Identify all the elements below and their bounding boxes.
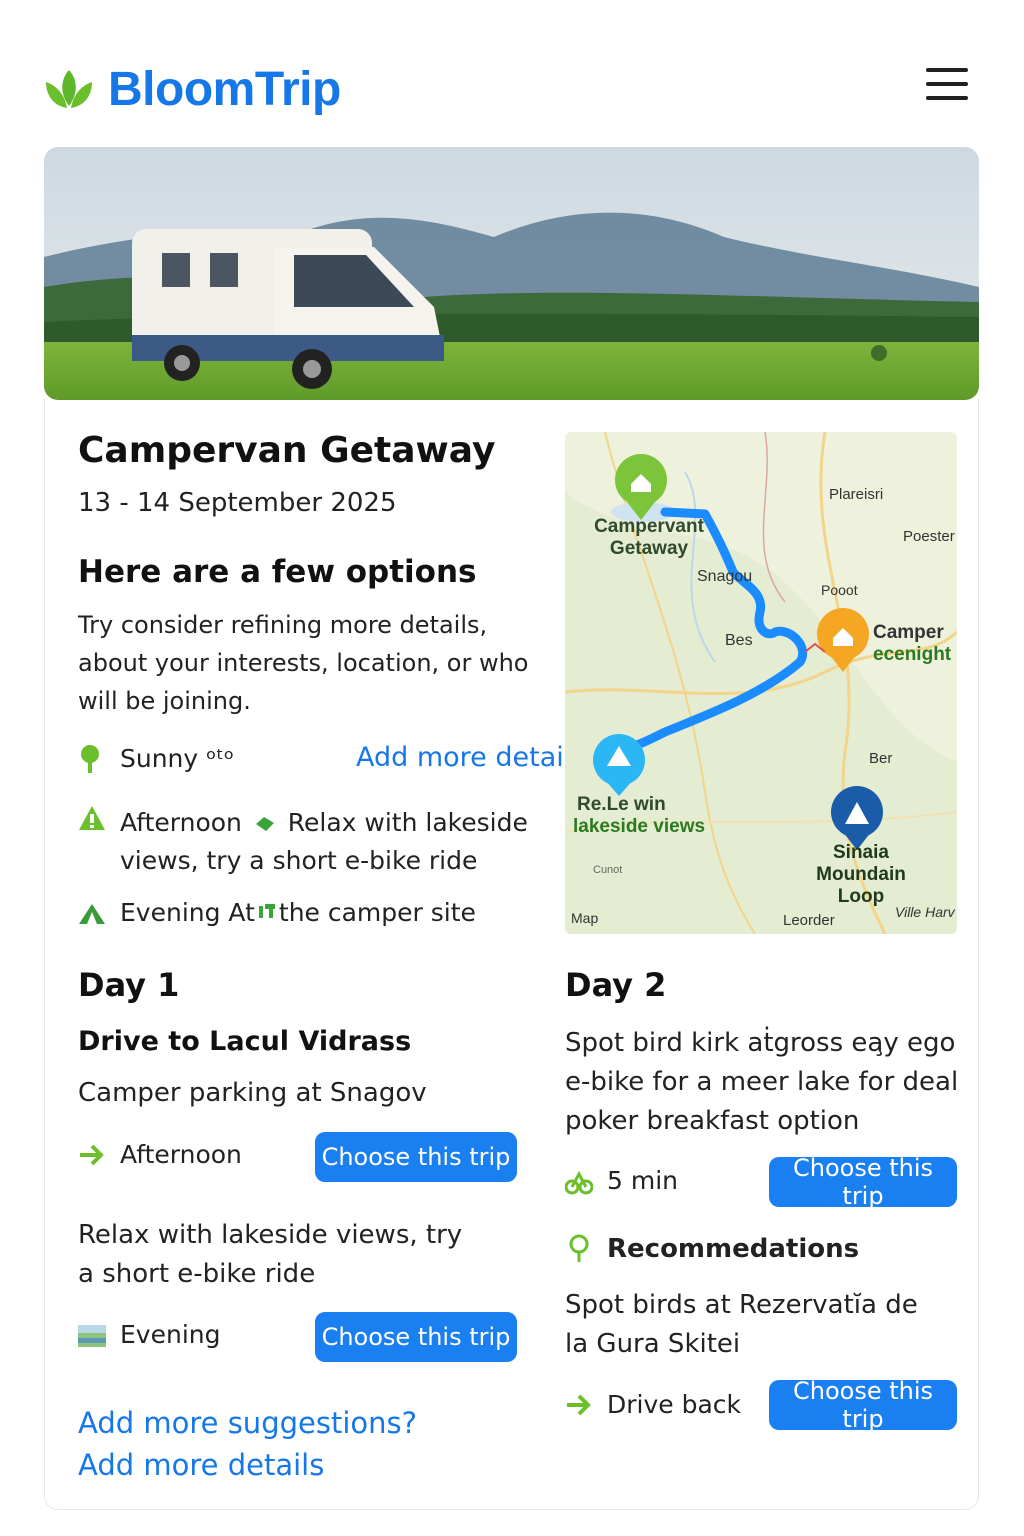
pin-icon	[569, 1234, 589, 1262]
app-header: BloomTrip	[0, 0, 1024, 140]
warning-tent-icon	[79, 806, 105, 830]
day2-drive-back: Drive back	[565, 1390, 741, 1420]
day1-title: Drive to Lacul Vidrass	[78, 1026, 412, 1057]
map-label-snagou: Snagou	[697, 568, 753, 585]
sun-pin-icon	[81, 745, 99, 773]
day2-text: Spot bird kirk aṫgross ea̧y ego e-bike …	[565, 1028, 959, 1136]
bike-icon	[565, 1170, 593, 1195]
day1-heading: Day 1	[78, 966, 180, 1004]
hero-image	[44, 147, 979, 400]
map-label-ecenight: ecenight	[873, 644, 952, 665]
day1-subtitle: Camper parking at Snagov	[78, 1078, 427, 1108]
map-label-camper: Camper	[873, 622, 944, 643]
map-label-pooot: Pooot	[821, 582, 858, 598]
route-map[interactable]: Campervant Getaway Plareisri Poester Sna…	[565, 432, 957, 934]
options-heading: Here are a few options	[78, 554, 477, 590]
option-evening: Evening At the camper site	[78, 898, 476, 928]
map-label-ber: Ber	[869, 750, 893, 767]
map-label-plareisri: Plareisri	[829, 486, 884, 503]
choose-trip-button-3[interactable]: Choose this trip	[769, 1154, 957, 1210]
arrow-right-icon	[80, 1144, 104, 1166]
choose-trip-button-2[interactable]: Choose this trip	[315, 1312, 517, 1362]
trip-dates: 13 - 14 September 2025	[78, 488, 397, 518]
day2-heading: Day 2	[565, 966, 667, 1004]
hamburger-menu-icon[interactable]	[926, 68, 968, 104]
map-label-villeharv: Ville Harv	[895, 904, 955, 920]
add-more-details-link-bottom[interactable]: Add more details	[78, 1448, 324, 1482]
map-label-poester: Poester	[903, 528, 955, 545]
day2-duration-text: 5 min	[607, 1166, 678, 1195]
day1-slot-evening: Evening	[78, 1320, 220, 1350]
option-sunny: Sunny ᵒᵗᵒ	[78, 744, 234, 774]
option-sunny-text: Sunny ᵒᵗᵒ	[120, 744, 235, 773]
trip-title: Campervan Getaway	[78, 430, 496, 471]
map-label-lakeside: lakeside views	[573, 816, 706, 837]
day2-drive-back-text: Drive back	[607, 1390, 742, 1419]
choose-trip-button-4[interactable]: Choose this trip	[769, 1377, 957, 1433]
option-evening-label: Evening At	[120, 898, 255, 927]
map-label-sinaia: Sinaia Moundain Loop	[816, 842, 906, 907]
option-afternoon-label: Afternoon	[120, 808, 242, 837]
camp-icon	[258, 904, 275, 918]
logo[interactable]: BloomTrip	[44, 62, 341, 117]
map-label-relewin: Re.Le win	[577, 794, 666, 815]
add-more-suggestions-link[interactable]: Add more suggestions?	[78, 1406, 417, 1440]
day1-slot-afternoon: Afternoon	[78, 1140, 242, 1170]
leaf-icon	[255, 817, 274, 831]
app-name: BloomTrip	[108, 63, 341, 116]
tent-icon	[79, 904, 105, 924]
day2-rec-text: Spot birds at Rezervatĭa de la Gura Ski…	[565, 1290, 918, 1359]
day2-duration: 5 min	[565, 1166, 678, 1196]
add-more-details-link[interactable]: Add more details	[356, 742, 585, 773]
options-text: Try consider refining more details, abou…	[78, 611, 529, 715]
option-afternoon: Afternoon Relax with lakeside views, try…	[78, 804, 538, 880]
day2-recommendations-title: Recommedations	[607, 1234, 860, 1264]
choose-trip-button-1[interactable]: Choose this trip	[315, 1132, 517, 1182]
map-label-map: Map	[571, 910, 599, 926]
map-label-bes: Bes	[725, 632, 753, 649]
day1-slot1-label: Afternoon	[120, 1140, 242, 1169]
map-label-campervan: Campervant Getaway	[594, 516, 704, 559]
day2-recommendations: Recommedations	[565, 1234, 859, 1264]
leaf-logo-icon	[46, 69, 92, 108]
option-evening-text: the camper site	[278, 898, 476, 927]
map-label-cunot: Cunot	[593, 864, 623, 876]
day1-slot2-label: Evening	[120, 1320, 221, 1349]
arrow-right-icon	[567, 1394, 591, 1416]
day1-text2: Relax with lakeside views, try a short e…	[78, 1220, 463, 1289]
map-label-leorder: Leorder	[783, 912, 835, 929]
lake-image-icon	[78, 1325, 106, 1347]
